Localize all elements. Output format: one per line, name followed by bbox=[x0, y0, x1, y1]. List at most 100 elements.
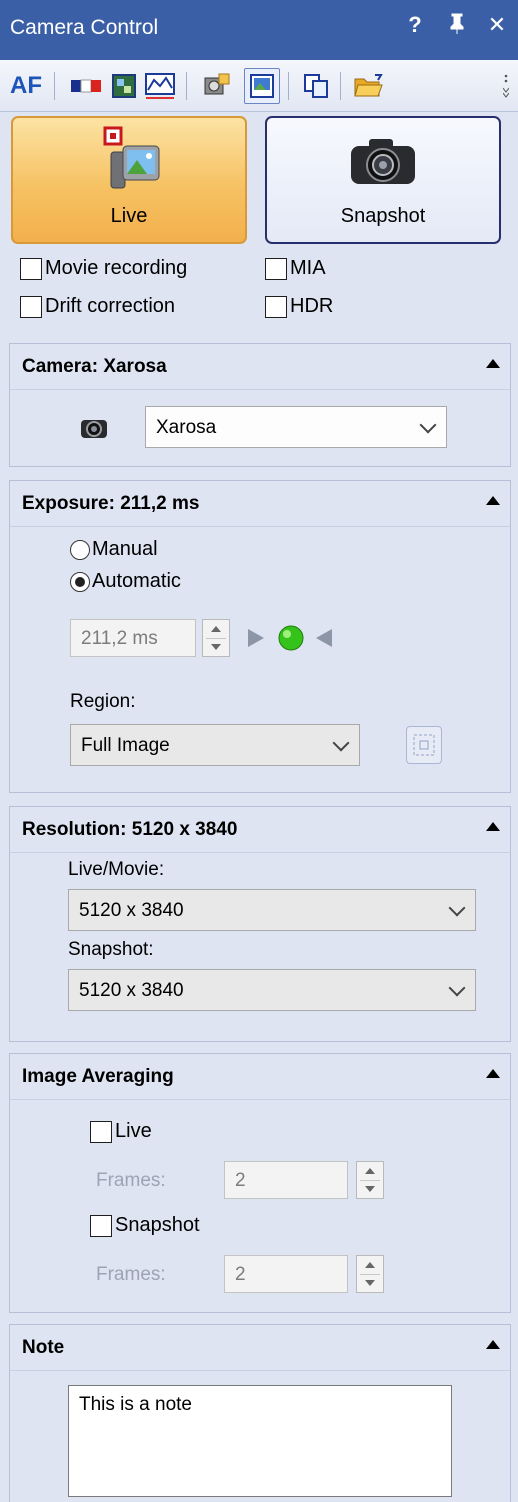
snapshot-label: Snapshot bbox=[340, 205, 426, 227]
checkbox-box bbox=[265, 257, 287, 280]
note-section-title: Note bbox=[22, 1337, 65, 1358]
collapse-arrow-icon[interactable] bbox=[486, 1340, 500, 1349]
help-button[interactable]: ? bbox=[402, 12, 428, 38]
checkbox-box bbox=[20, 295, 42, 318]
camera-icon bbox=[351, 139, 415, 184]
mia-checkbox[interactable]: MIA bbox=[265, 257, 326, 280]
drift-correction-label: Drift correction bbox=[45, 295, 176, 317]
image-adjust-button[interactable] bbox=[106, 68, 142, 104]
camera-select[interactable]: Xarosa bbox=[145, 406, 447, 448]
resolution-section-title: Resolution: 5120 x 3840 bbox=[22, 819, 238, 840]
autofocus-button[interactable]: AF bbox=[8, 68, 44, 104]
exposure-section-title: Exposure: 211,2 ms bbox=[22, 493, 200, 514]
chevron-down-icon bbox=[448, 979, 466, 997]
camera-small-icon bbox=[81, 420, 107, 438]
snapshot-frames-field[interactable]: 2 bbox=[224, 1255, 348, 1293]
camera-select-value: Xarosa bbox=[156, 417, 217, 438]
copy-image-button[interactable] bbox=[298, 68, 334, 104]
checkbox-box bbox=[90, 1214, 112, 1237]
image-averaging-section-header[interactable]: Image Averaging bbox=[10, 1054, 510, 1100]
exposure-spinner[interactable] bbox=[202, 619, 230, 657]
open-folder-icon bbox=[354, 74, 383, 97]
live-view-button[interactable] bbox=[244, 68, 280, 104]
mia-label: MIA bbox=[290, 257, 326, 279]
open-folder-button[interactable] bbox=[350, 68, 386, 104]
movie-recording-checkbox[interactable]: Movie recording bbox=[20, 257, 187, 280]
snapshot-frames-spinner[interactable] bbox=[356, 1255, 384, 1293]
window-title: Camera Control bbox=[10, 16, 159, 39]
radio-circle bbox=[70, 539, 90, 560]
region-select-icon bbox=[413, 734, 435, 756]
manual-radio[interactable]: Manual bbox=[70, 538, 158, 561]
automatic-radio[interactable]: Automatic bbox=[70, 570, 181, 593]
checkbox-box bbox=[265, 295, 287, 318]
spin-down-icon bbox=[211, 644, 221, 650]
live-button[interactable]: Live bbox=[11, 116, 247, 244]
region-select-tool-button[interactable] bbox=[406, 726, 442, 764]
region-select[interactable]: Full Image bbox=[70, 724, 360, 766]
collapse-arrow-icon[interactable] bbox=[486, 359, 500, 368]
toolbar-separator bbox=[186, 72, 187, 100]
snapshot-resolution-select[interactable]: 5120 x 3840 bbox=[68, 969, 476, 1011]
averaging-live-label: Live bbox=[115, 1120, 152, 1142]
movie-recording-label: Movie recording bbox=[45, 257, 188, 279]
live-movie-resolution-value: 5120 x 3840 bbox=[79, 900, 184, 921]
spin-down-icon bbox=[365, 1186, 375, 1192]
toolbar-separator bbox=[340, 72, 341, 100]
exposure-value-field[interactable]: 211,2 ms bbox=[70, 619, 196, 657]
collapse-arrow-icon[interactable] bbox=[486, 1069, 500, 1078]
chevron-down-icon bbox=[448, 899, 466, 917]
spin-down-icon bbox=[365, 1280, 375, 1286]
collapse-arrow-icon[interactable] bbox=[486, 822, 500, 831]
snapshot-resolution-value: 5120 x 3840 bbox=[79, 980, 184, 1001]
chevron-down-icon bbox=[332, 734, 350, 752]
pin-icon bbox=[450, 13, 464, 34]
note-textarea[interactable]: This is a note bbox=[68, 1385, 452, 1497]
snapshot-button[interactable]: Snapshot bbox=[265, 116, 501, 244]
image-averaging-section-title: Image Averaging bbox=[22, 1066, 174, 1087]
pin-button[interactable] bbox=[444, 12, 470, 40]
automatic-label: Automatic bbox=[92, 570, 181, 592]
live-movie-label: Live/Movie: bbox=[68, 859, 165, 880]
live-frames-field[interactable]: 2 bbox=[224, 1161, 348, 1199]
averaging-snapshot-checkbox[interactable]: Snapshot bbox=[90, 1214, 200, 1237]
spin-up-icon bbox=[211, 626, 221, 632]
note-section-header[interactable]: Note bbox=[10, 1325, 510, 1371]
radio-circle-selected bbox=[70, 571, 90, 592]
manual-label: Manual bbox=[92, 538, 158, 560]
close-button[interactable]: ✕ bbox=[484, 12, 510, 38]
image-averaging-section: Image Averaging Live Frames: 2 Snapshot … bbox=[9, 1053, 511, 1313]
snapshot-resolution-label: Snapshot: bbox=[68, 939, 154, 960]
averaging-live-checkbox[interactable]: Live bbox=[90, 1120, 152, 1143]
af-label: AF bbox=[10, 72, 42, 99]
toolbar-separator bbox=[54, 72, 55, 100]
histogram-button[interactable] bbox=[142, 68, 178, 104]
toolbar: AF bbox=[0, 60, 518, 112]
exposure-section-header[interactable]: Exposure: 211,2 ms bbox=[10, 481, 510, 527]
resolution-section-header[interactable]: Resolution: 5120 x 3840 bbox=[10, 807, 510, 853]
camera-section-header[interactable]: Camera: Xarosa bbox=[10, 344, 510, 390]
drift-correction-checkbox[interactable]: Drift correction bbox=[20, 295, 175, 318]
color-bars-button[interactable] bbox=[68, 68, 104, 104]
toolbar-grip-icon[interactable] bbox=[502, 72, 510, 100]
hdr-checkbox[interactable]: HDR bbox=[265, 295, 333, 318]
collapse-arrow-icon[interactable] bbox=[486, 496, 500, 505]
live-movie-resolution-select[interactable]: 5120 x 3840 bbox=[68, 889, 476, 931]
live-frames-spinner[interactable] bbox=[356, 1161, 384, 1199]
histogram-icon bbox=[145, 73, 175, 99]
camera-section-title: Camera: Xarosa bbox=[22, 356, 167, 377]
live-view-icon bbox=[250, 74, 274, 98]
exposure-indicator-icon bbox=[248, 625, 332, 651]
region-select-value: Full Image bbox=[81, 735, 170, 756]
camera-section: Camera: Xarosa Xarosa bbox=[9, 343, 511, 467]
note-section: Note This is a note bbox=[9, 1324, 511, 1502]
color-bars-icon bbox=[71, 79, 101, 93]
live-label: Live bbox=[110, 205, 148, 227]
camera-settings-button[interactable] bbox=[198, 68, 234, 104]
hdr-label: HDR bbox=[290, 295, 334, 317]
exposure-section: Exposure: 211,2 ms Manual Automatic 211,… bbox=[9, 480, 511, 793]
camera-settings-icon bbox=[204, 73, 230, 95]
snapshot-frames-label: Frames: bbox=[96, 1264, 166, 1285]
image-adjust-icon bbox=[112, 74, 136, 98]
region-label: Region: bbox=[70, 691, 136, 712]
